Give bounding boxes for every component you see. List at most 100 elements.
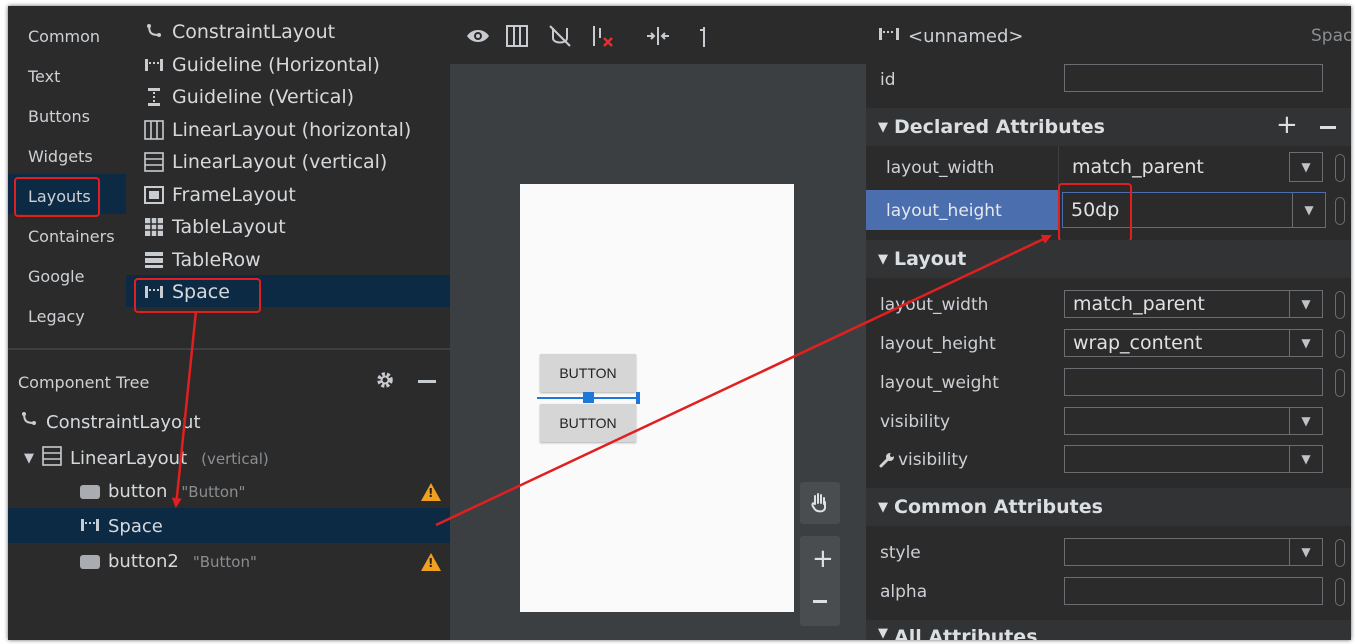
expand-triangle-icon[interactable]: ▼ [24,451,34,466]
tree-row-constraintlayout[interactable]: ConstraintLayout [20,411,201,434]
warning-icon[interactable]: ! [421,553,441,571]
component-tree-header: Component Tree [8,362,450,398]
resource-picker-button[interactable] [1335,539,1345,567]
tree-row-label: button [108,481,168,502]
space-resize-handle[interactable] [583,392,594,403]
category-common[interactable]: Common [28,27,100,46]
layout-weight-label: layout_weight [880,373,999,393]
declared-row-layout-width: layout_width match_parent ▼ [866,146,1351,188]
table-row-icon [144,250,164,270]
tools-visibility-dropdown[interactable]: ▼ [1064,445,1323,473]
space-edge-handle[interactable] [636,392,640,404]
component-type: Space [1311,26,1351,46]
resource-picker-button[interactable] [1335,154,1345,182]
layout-width-dropdown[interactable]: match_parent ▼ [1064,152,1323,182]
linear-layout-vertical-icon [42,446,62,471]
category-widgets[interactable]: Widgets [28,147,93,166]
resource-picker-button[interactable] [1335,369,1345,397]
linear-layout-horizontal-icon [144,120,164,140]
tree-row-hint: "Button" [181,482,246,501]
common-attributes-header[interactable]: ▼ Common Attributes [866,488,1351,526]
button-widget-icon [80,554,100,569]
layout-section-header[interactable]: ▼ Layout [866,240,1351,278]
resource-picker-button[interactable] [1335,291,1345,319]
palette-item-guideline-vertical[interactable]: Guideline (Vertical) [144,86,354,108]
section-title: Common Attributes [894,496,1103,518]
zoom-in-button[interactable]: + [800,536,840,626]
tree-row-space[interactable]: Space [80,516,163,537]
space-icon [80,516,100,537]
canvas-toolbar [450,6,866,64]
device-preview[interactable]: BUTTON BUTTON [520,184,794,612]
palette-item-guideline-horizontal[interactable]: Guideline (Horizontal) [144,54,380,76]
linear-layout-vertical-icon [144,152,164,172]
layout-weight-field[interactable] [1064,368,1323,396]
pan-hand-button[interactable] [800,482,840,524]
all-attributes-header[interactable]: ▼ All Attributes [866,620,1351,640]
layouts-highlight-box [14,177,100,217]
alpha-field[interactable] [1064,577,1323,605]
category-containers[interactable]: Containers [28,227,115,246]
baseline-icon[interactable] [698,26,708,52]
category-google[interactable]: Google [28,267,84,286]
palette-item-tablerow[interactable]: TableRow [144,249,261,271]
tree-row-label: Space [108,516,163,537]
declared-attributes-header[interactable]: ▼ Declared Attributes + [866,108,1351,146]
eye-icon[interactable] [466,26,490,50]
chevron-down-icon[interactable]: ▼ [1289,408,1322,434]
palette-item-label: FrameLayout [172,184,296,206]
component-tree-title: Component Tree [18,373,150,392]
layout-width-label: layout_width [880,295,989,315]
chevron-down-icon[interactable]: ▼ [1289,446,1322,472]
tree-row-label: LinearLayout [70,448,188,469]
palette-item-label: TableRow [172,249,261,271]
section-title: All Attributes [894,626,1038,640]
clear-constraints-icon[interactable] [590,24,616,52]
constraint-layout-icon [144,22,164,42]
id-field[interactable] [1064,64,1323,92]
warning-icon[interactable]: ! [421,483,441,501]
alpha-label: alpha [880,582,928,602]
palette-item-linearlayout-vertical[interactable]: LinearLayout (vertical) [144,151,387,173]
visibility-dropdown[interactable]: ▼ [1064,407,1323,435]
chevron-down-icon[interactable]: ▼ [1289,152,1323,182]
resource-picker-button[interactable] [1335,330,1345,358]
minimize-icon[interactable] [418,380,436,383]
tree-row-hint: (vertical) [201,449,269,468]
category-legacy[interactable]: Legacy [28,307,85,326]
category-buttons[interactable]: Buttons [28,107,90,126]
chevron-down-icon[interactable]: ▼ [1289,330,1322,356]
frame-layout-icon [144,185,164,205]
resource-picker-button[interactable] [1335,578,1345,606]
chevron-down-icon[interactable]: ▼ [1292,193,1325,227]
pack-horizontal-icon[interactable] [645,26,671,50]
attr-label: layout_height [886,201,1002,221]
collapse-triangle-icon: ▼ [878,499,888,515]
columns-icon[interactable] [506,25,528,51]
guideline-vertical-icon [144,87,164,107]
style-dropdown[interactable]: ▼ [1064,538,1323,566]
zoom-out-icon[interactable] [813,600,827,603]
tree-row-button[interactable]: button "Button" [80,481,245,502]
add-attribute-icon[interactable]: + [1276,110,1298,140]
resource-picker-button[interactable] [1335,197,1345,225]
palette-item-label: Guideline (Vertical) [172,86,355,108]
tree-row-button2[interactable]: button2 "Button" [80,551,257,572]
palette-item-linearlayout-horizontal[interactable]: LinearLayout (horizontal) [144,119,411,141]
chevron-down-icon[interactable]: ▼ [1289,291,1322,317]
layout-height-dropdown[interactable]: wrap_content ▼ [1064,329,1323,357]
preview-button-1[interactable]: BUTTON [540,354,636,392]
remove-attribute-icon[interactable] [1320,126,1336,129]
palette-item-framelayout[interactable]: FrameLayout [144,184,296,206]
tree-row-linearlayout[interactable]: ▼ LinearLayout (vertical) [24,446,269,471]
layout-width-dropdown[interactable]: match_parent ▼ [1064,290,1323,318]
wrench-icon [879,452,895,472]
autoconnect-off-icon[interactable] [548,24,572,52]
tools-visibility-label: visibility [898,450,969,470]
category-text[interactable]: Text [28,67,60,86]
preview-button-2[interactable]: BUTTON [540,404,636,442]
palette-item-constraintlayout[interactable]: ConstraintLayout [144,21,335,43]
chevron-down-icon[interactable]: ▼ [1289,539,1322,565]
palette-item-tablelayout[interactable]: TableLayout [144,216,286,238]
gear-icon[interactable] [375,370,395,394]
